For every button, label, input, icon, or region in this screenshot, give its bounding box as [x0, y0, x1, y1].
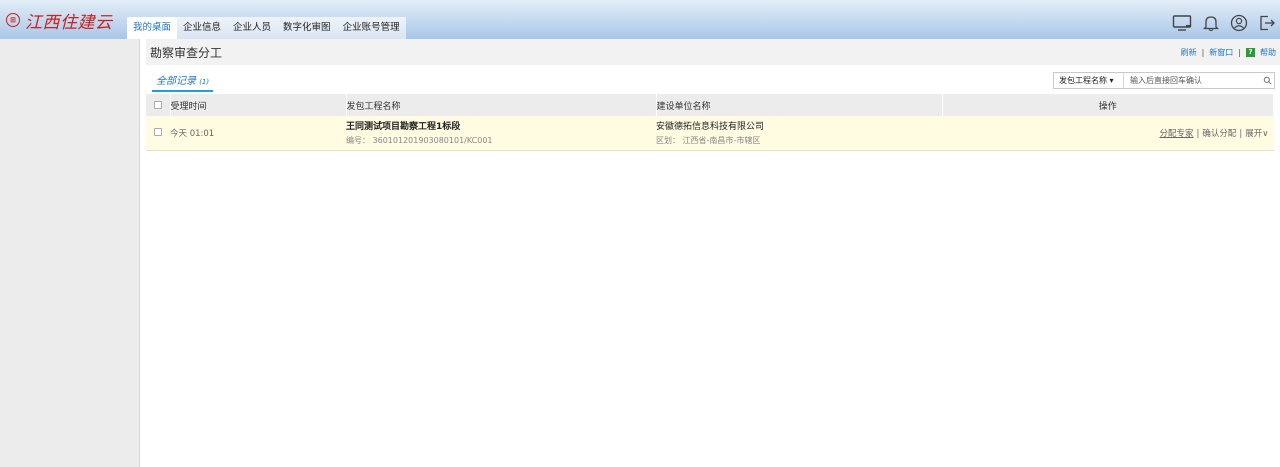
select-all-checkbox[interactable]	[153, 100, 162, 109]
separator: |	[1196, 128, 1200, 139]
top-bar: ⊞ 江西住建云 我的桌面 企业信息 企业人员 数字化审图 企业账号管理	[0, 0, 1280, 39]
separator: |	[1239, 128, 1243, 139]
search-field-select[interactable]: 发包工程名称 ▾	[1054, 73, 1124, 88]
tab-all-records[interactable]: 全部记录 (1)	[152, 72, 214, 92]
top-icons	[1172, 14, 1276, 32]
bell-icon[interactable]	[1202, 14, 1220, 32]
row-project-cell: 王同测试项目勘察工程1标段 编号： 360101201903080101/KC0…	[346, 116, 656, 150]
search-input[interactable]	[1124, 73, 1260, 88]
confirm-assign-link[interactable]: 确认分配	[1202, 129, 1236, 139]
nav-tabs-group: 企业信息 企业人员 数字化审图 企业账号管理	[177, 17, 406, 39]
monitor-icon[interactable]	[1172, 14, 1192, 32]
tab-company-staff[interactable]: 企业人员	[227, 17, 277, 39]
user-icon[interactable]	[1230, 14, 1248, 32]
row-select-cell	[146, 116, 170, 150]
row-ops-cell: 分配专家 | 确认分配 | 展开∨	[942, 116, 1274, 150]
search-icon[interactable]	[1260, 76, 1274, 85]
assign-expert-link[interactable]: 分配专家	[1159, 129, 1193, 139]
logo-mark-icon: ⊞	[6, 13, 20, 27]
separator: |	[1238, 47, 1241, 57]
header-ops: 操作	[942, 94, 1274, 116]
tab-all-records-label: 全部记录	[156, 76, 196, 87]
title-row: 勘察审查分工 刷新 | 新窗口 | ? 帮助	[146, 39, 1280, 65]
select-all-cell	[146, 94, 171, 116]
row-time: 今天 01:01	[170, 128, 215, 139]
project-code: 编号： 360101201903080101/KC001	[346, 136, 493, 146]
help-icon[interactable]: ?	[1246, 47, 1255, 57]
new-window-link[interactable]: 新窗口	[1209, 47, 1233, 58]
separator: |	[1201, 47, 1205, 57]
row-checkbox[interactable]	[154, 128, 162, 137]
table-row[interactable]: 今天 01:01 王同测试项目勘察工程1标段 编号： 3601012019030…	[146, 116, 1274, 150]
tab-digital-review[interactable]: 数字化审图	[277, 17, 337, 39]
page-title: 勘察审查分工	[150, 45, 223, 60]
project-name: 王同测试项目勘察工程1标段	[346, 122, 461, 133]
refresh-link[interactable]: 刷新	[1181, 47, 1197, 58]
dropdown-arrow-icon: ▾	[1109, 76, 1114, 85]
logo-text: 江西住建云	[25, 12, 113, 33]
records-table: 受理时间 发包工程名称 建设单位名称 操作 今天 01:01 王同测试项目勘察工…	[146, 94, 1274, 151]
header-time: 受理时间	[170, 94, 347, 116]
main-nav: 我的桌面 企业信息 企业人员 数字化审图 企业账号管理	[127, 17, 406, 39]
expand-link[interactable]: 展开∨	[1245, 129, 1268, 139]
header-org: 建设单位名称	[656, 94, 943, 116]
search-box: 发包工程名称 ▾	[1053, 72, 1275, 89]
main-content: 勘察审查分工 刷新 | 新窗口 | ? 帮助 全部记录 (1) 发包工程名称 ▾	[146, 39, 1280, 467]
record-count: (1)	[199, 78, 210, 86]
help-link[interactable]: 帮助	[1260, 47, 1276, 58]
title-links: 刷新 | 新窗口 | ? 帮助	[1181, 47, 1276, 58]
row-org-cell: 安徽德拓信息科技有限公司 区划： 江西省-南昌市-市辖区	[656, 116, 942, 150]
search-field-label: 发包工程名称	[1059, 76, 1107, 85]
sidebar	[0, 39, 140, 467]
tab-company-info[interactable]: 企业信息	[177, 17, 227, 39]
tab-account-management[interactable]: 企业账号管理	[337, 17, 406, 39]
org-region: 区划： 江西省-南昌市-市辖区	[656, 136, 761, 146]
logo: ⊞ 江西住建云	[6, 9, 113, 33]
table-header-row: 受理时间 发包工程名称 建设单位名称 操作	[146, 94, 1274, 116]
header-project: 发包工程名称	[346, 94, 657, 116]
tab-my-desktop[interactable]: 我的桌面	[127, 17, 178, 39]
logout-icon[interactable]	[1258, 14, 1276, 32]
filter-row: 全部记录 (1) 发包工程名称 ▾	[146, 65, 1280, 94]
org-name: 安徽德拓信息科技有限公司	[656, 122, 765, 133]
